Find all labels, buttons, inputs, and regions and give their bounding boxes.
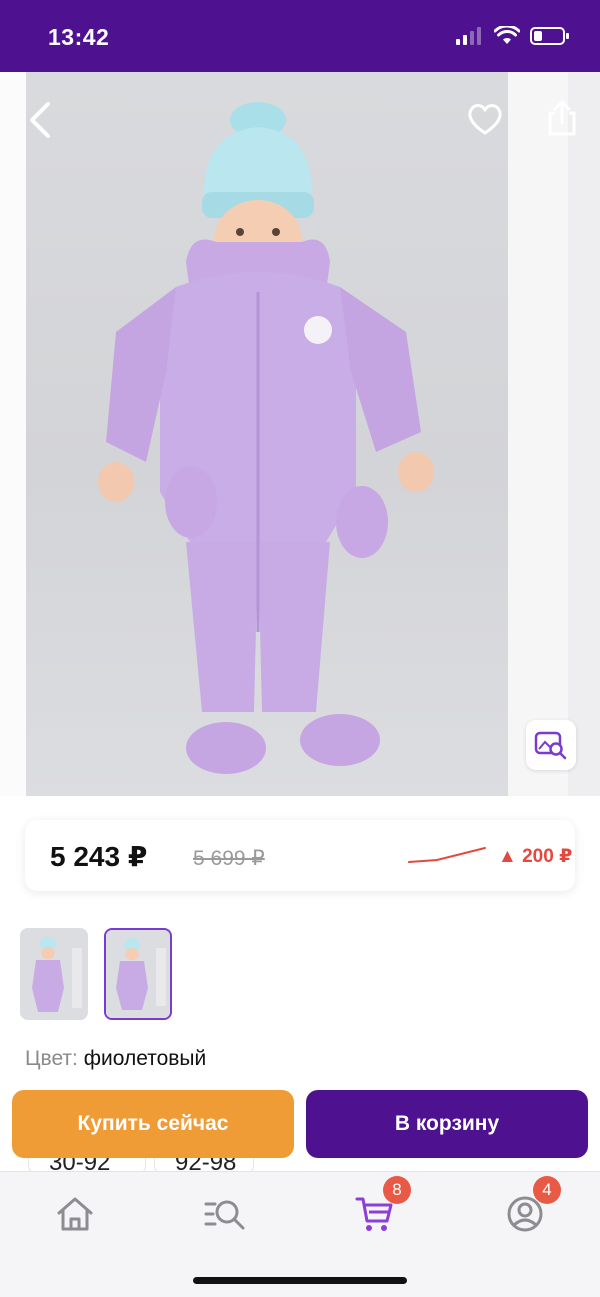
- thumbnail-2[interactable]: [104, 928, 172, 1020]
- add-to-cart-button[interactable]: В корзину: [306, 1090, 588, 1158]
- cart-badge: 8: [383, 1176, 411, 1204]
- status-time: 13:42: [48, 24, 110, 50]
- home-indicator: [193, 1277, 407, 1284]
- status-bar: 13:42: [0, 0, 600, 72]
- share-icon: [548, 100, 576, 136]
- price-trend-sparkline: [408, 847, 486, 863]
- child-in-snowsuit-image: [98, 102, 434, 774]
- tab-profile[interactable]: 4: [503, 1176, 561, 1236]
- thumbnail-image: [106, 930, 170, 1018]
- battery-icon: [530, 27, 569, 45]
- gallery-edge-left: [0, 72, 26, 796]
- heart-icon: [468, 104, 502, 135]
- color-label: Цвет:: [25, 1047, 78, 1070]
- color-row: Цвет: фиолетовый: [25, 1047, 206, 1071]
- price-card[interactable]: 5 243 ₽ 5 699 ₽ ▲ 200 ₽: [25, 820, 575, 891]
- tab-home[interactable]: [53, 1192, 97, 1236]
- image-search-icon: [534, 731, 567, 760]
- image-search-button[interactable]: [526, 720, 576, 770]
- wifi-icon: [494, 26, 520, 44]
- buy-now-button[interactable]: Купить сейчас: [12, 1090, 294, 1158]
- gallery-edge-right: [568, 72, 600, 796]
- status-icons: [456, 26, 570, 46]
- current-price: 5 243 ₽: [50, 841, 148, 872]
- back-button[interactable]: [20, 98, 60, 142]
- gallery-next-peek: [508, 72, 568, 796]
- tab-cart[interactable]: 8: [353, 1176, 411, 1236]
- thumbnail-1[interactable]: [20, 928, 88, 1020]
- favorite-button[interactable]: [462, 96, 508, 142]
- color-value: фиолетовый: [83, 1047, 207, 1070]
- product-photo-gallery[interactable]: [0, 72, 600, 796]
- old-price: 5 699 ₽: [193, 847, 265, 870]
- tab-catalog[interactable]: [203, 1192, 247, 1236]
- chevron-left-icon: [30, 102, 50, 138]
- home-icon: [57, 1197, 93, 1231]
- thumbnail-strip: [20, 928, 172, 1020]
- profile-badge: 4: [533, 1176, 561, 1204]
- price-change-badge: ▲ 200 ₽: [498, 846, 573, 867]
- thumbnail-image: [20, 928, 88, 1020]
- signal-icon: [456, 27, 481, 45]
- catalog-search-icon: [204, 1200, 245, 1230]
- product-screen: 13:42 5 243 ₽ 5 699 ₽ ▲ 200 ₽ Цвет: фиол…: [0, 0, 600, 1297]
- share-button[interactable]: [540, 94, 584, 142]
